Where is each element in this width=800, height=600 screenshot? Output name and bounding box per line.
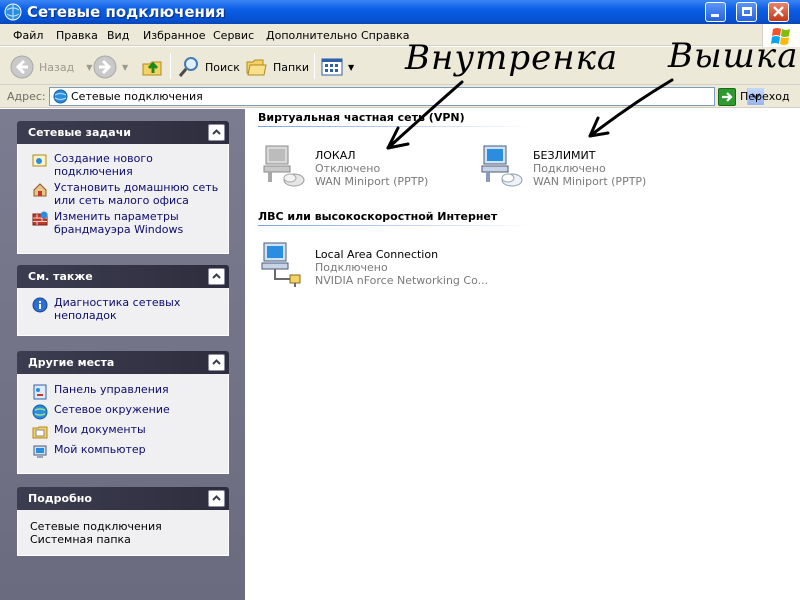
annotation-arrows (386, 78, 674, 150)
